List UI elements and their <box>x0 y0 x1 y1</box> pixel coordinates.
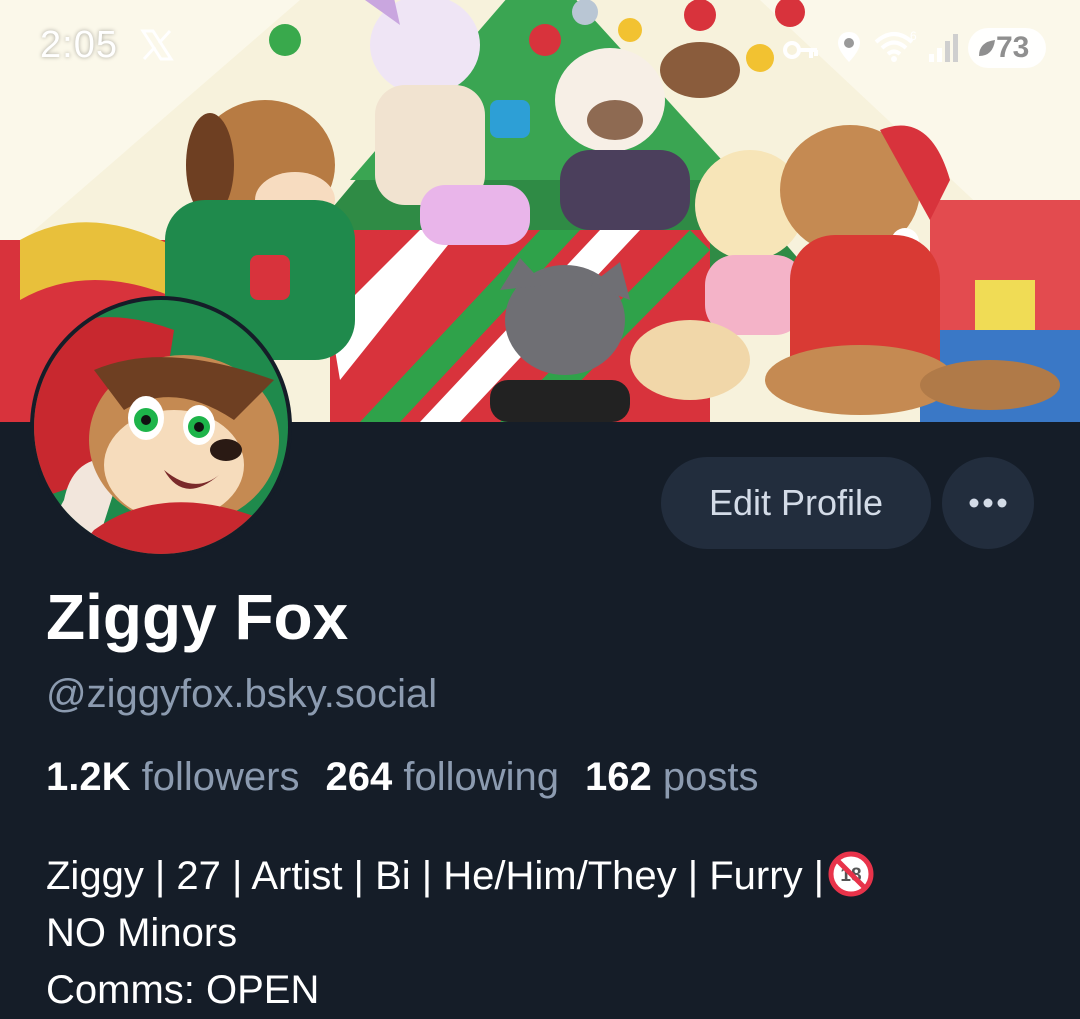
posts-count: 162 <box>585 755 652 799</box>
status-bar: 2:05 6 73 <box>0 0 1080 96</box>
followers-label: followers <box>141 755 300 799</box>
signal-icon <box>929 34 958 62</box>
key-icon <box>783 41 818 59</box>
bio-line-1: Ziggy | 27 | Artist | Bi | He/Him/They |… <box>46 848 874 905</box>
battery-saver-icon <box>979 40 995 56</box>
avatar-image <box>34 300 288 554</box>
posts-stat: 162 posts <box>585 755 758 799</box>
status-time: 2:05 <box>40 24 118 66</box>
svg-text:6: 6 <box>910 29 917 43</box>
more-options-button[interactable] <box>942 457 1034 549</box>
following-count: 264 <box>325 755 393 799</box>
bio-line-3: Comms: OPEN <box>46 968 320 1012</box>
following-stat[interactable]: 264 following <box>325 755 559 799</box>
profile-stats: 1.2K followers 264 following 162 posts <box>46 755 758 800</box>
following-label: following <box>403 755 559 799</box>
edit-profile-button[interactable]: Edit Profile <box>661 457 931 549</box>
battery-icon: 73 <box>968 28 1046 68</box>
battery-level: 73 <box>996 31 1030 64</box>
bio-line-2: NO Minors <box>46 911 238 955</box>
avatar[interactable] <box>30 296 292 558</box>
followers-stat[interactable]: 1.2K followers <box>46 755 299 799</box>
display-name: Ziggy Fox <box>46 581 349 653</box>
no-under-18-icon: 18 <box>828 851 874 897</box>
followers-count: 1.2K <box>46 755 131 799</box>
bio-text-1: Ziggy | 27 | Artist | Bi | He/Him/They |… <box>46 854 825 898</box>
profile-bio: Ziggy | 27 | Artist | Bi | He/Him/They |… <box>46 848 874 1019</box>
location-icon <box>838 32 860 62</box>
more-options-icon <box>969 498 1007 508</box>
x-logo-icon <box>140 29 174 61</box>
wifi-icon: 6 <box>874 29 917 62</box>
posts-label: posts <box>662 755 759 799</box>
handle[interactable]: @ziggyfox.bsky.social <box>46 672 437 717</box>
